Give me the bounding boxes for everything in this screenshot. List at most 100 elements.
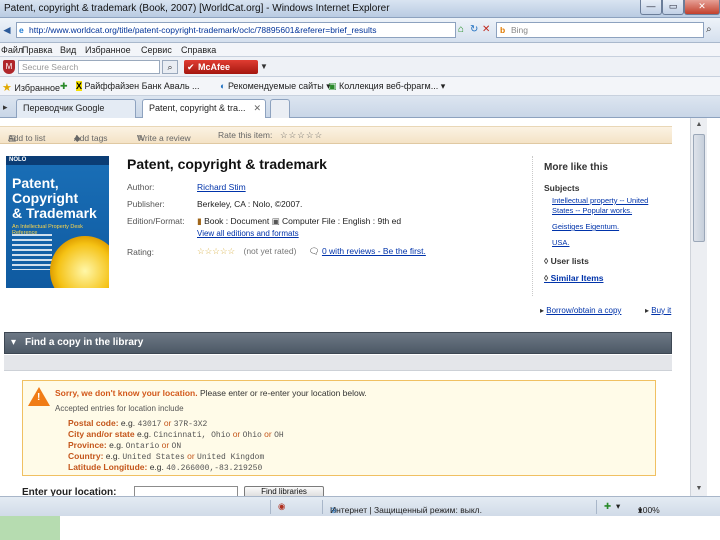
location-input[interactable] (134, 486, 238, 496)
new-tab-button[interactable] (270, 99, 290, 118)
search-placeholder: Bing (511, 25, 529, 35)
raiffeisen-icon: X (76, 81, 83, 91)
alert-bold: Sorry, we don't know your location. (55, 388, 198, 398)
collapse-icon: ▾ (11, 337, 17, 348)
example-eg: e.g. (147, 462, 167, 472)
secure-search-input[interactable]: Secure Search (18, 60, 160, 74)
add-to-list-label: Add to list (8, 133, 46, 143)
scroll-down-icon[interactable]: ▼ (691, 482, 707, 496)
url-input[interactable]: e http://www.worldcat.org/title/patent-c… (16, 22, 456, 38)
cover-publisher: NOLO (6, 156, 109, 165)
example-label: Province: (68, 440, 107, 450)
reviews-link[interactable]: 0 with reviews - Be the first. (322, 246, 426, 256)
example-eg: e.g. (106, 440, 126, 450)
subject-link[interactable]: Intellectual property -- United (552, 196, 648, 205)
tab-close-icon[interactable]: ✕ (253, 100, 261, 117)
subject-link[interactable]: Geistiges Eigentum. (552, 222, 619, 231)
find-libraries-button[interactable]: Find libraries (244, 486, 324, 496)
menu-bar: Файл Правка Вид Избранное Сервис Справка (0, 43, 720, 57)
tab-bar: ▸ Переводчик Google Patent, copyright & … (0, 96, 720, 118)
find-copy-title: Find a copy in the library (25, 337, 144, 348)
ie-icon: e (19, 25, 24, 35)
menu-view[interactable]: Вид (60, 45, 76, 55)
fav-item-webslices[interactable]: ▣ Коллекция веб-фрагм... ▾ (328, 81, 445, 92)
cover-title-line: & Trademark (12, 205, 97, 221)
subject-link[interactable]: States -- Popular works. (552, 206, 632, 215)
back-arrow-icon[interactable]: ◄ (1, 22, 15, 38)
menu-file[interactable]: Файл (1, 45, 23, 55)
compatibility-icon[interactable]: ⌂ (458, 24, 464, 36)
example-eg: e.g. (134, 429, 154, 439)
buy-link[interactable]: ▸ Buy it (645, 306, 671, 315)
example-province: Province: e.g. Ontario or ON (68, 440, 181, 451)
web-slice-icon: ▣ (328, 81, 337, 91)
sidebar-divider (532, 156, 533, 296)
tab-label: Patent, copyright & tra... (149, 103, 246, 113)
tab-worldcat[interactable]: Patent, copyright & tra... ✕ (142, 99, 266, 118)
security-toolbar: M Secure Search ⌕ ✔ McAfee ▼ (0, 57, 720, 77)
alert-text: Please enter or re-enter your location b… (197, 388, 367, 398)
menu-help[interactable]: Справка (181, 45, 216, 55)
example-value: Ontario (125, 442, 160, 451)
location-alert: ! Sorry, we don't know your location. Pl… (22, 380, 656, 476)
book-icon: ▮ (197, 216, 202, 226)
scrollbar-thumb[interactable] (693, 134, 705, 242)
example-label: Postal code: (68, 418, 119, 428)
author-link[interactable]: Richard Stim (197, 182, 246, 192)
rate-item-label: Rate this item: (218, 130, 273, 140)
chevron-down-icon[interactable]: ▼ (260, 62, 268, 71)
example-label: Latitude Longitude: (68, 462, 148, 472)
accepted-entries-text: Accepted entries for location include (55, 404, 184, 413)
favorites-button[interactable]: ★ Избранное (2, 81, 60, 94)
rating-value: ☆☆☆☆☆ (not yet rated) 🗨 0 with reviews -… (197, 246, 426, 257)
tab-google-translate[interactable]: Переводчик Google (16, 99, 136, 118)
example-value: ON (171, 442, 182, 451)
fav-item-suggested[interactable]: ◐ Рекомендуемые сайты ▾ (220, 81, 331, 92)
scroll-up-icon[interactable]: ▲ (691, 118, 707, 132)
subjects-heading: Subjects (544, 183, 580, 193)
fav-item-raiffeisen[interactable]: X Райффайзен Банк Аваль ... (76, 81, 200, 91)
fav-item-label: Рекомендуемые сайты ▾ (227, 81, 331, 91)
favorites-bar: ★ Избранное ✚ X Райффайзен Банк Аваль ..… (0, 77, 720, 96)
borrow-link[interactable]: ▸ Borrow/obtain a copy (540, 306, 621, 315)
rating-label: Rating: (127, 247, 154, 257)
user-lists-heading[interactable]: ◊ User lists (544, 256, 589, 266)
status-bar: ◉ ⊕ Интернет | Защищенный режим: выкл. ✚… (0, 496, 720, 516)
green-block (0, 516, 60, 540)
refresh-icon[interactable]: ↻ (470, 24, 478, 36)
search-icon[interactable]: ⌕ (162, 60, 178, 74)
example-or: or (230, 429, 243, 439)
example-or: or (261, 429, 275, 439)
view-all-editions-link[interactable]: View all editions and formats (197, 229, 299, 238)
page-content: ▤ Add to list ◆ Add tags ✎ Write a revie… (0, 118, 720, 496)
menu-favorites[interactable]: Избранное (85, 45, 131, 55)
similar-items-link[interactable]: ◊ Similar Items (544, 273, 603, 283)
example-or: or (184, 451, 198, 461)
add-favorite-icon[interactable]: ✚ (60, 81, 68, 92)
stop-icon[interactable]: ✕ (482, 24, 490, 36)
menu-edit[interactable]: Правка (22, 45, 52, 55)
close-button[interactable]: ✕ (684, 0, 720, 15)
protected-mode-icon[interactable]: ✚ (604, 501, 611, 512)
quick-tabs-icon[interactable]: ▸ (3, 102, 8, 113)
example-eg: e.g. (118, 418, 138, 428)
search-icon[interactable]: ⌕ (706, 24, 712, 35)
maximize-button[interactable]: ▭ (662, 0, 684, 15)
minimize-button[interactable]: — (640, 0, 662, 15)
suggested-sites-icon: ◐ (220, 81, 226, 91)
buy-label: Buy it (651, 306, 672, 315)
rate-stars-icon[interactable]: ☆☆☆☆☆ (280, 130, 323, 141)
mcafee-button[interactable]: ✔ McAfee (184, 60, 258, 74)
chevron-down-icon[interactable]: ▾ (616, 501, 620, 512)
subject-link[interactable]: USA. (552, 238, 570, 247)
search-input[interactable]: b Bing (496, 22, 704, 38)
book-cover-image[interactable]: NOLO Patent, Copyright & Trademark An In… (6, 156, 109, 288)
cookie-privacy-icon[interactable]: ◉ (278, 501, 285, 512)
menu-tools[interactable]: Сервис (141, 45, 172, 55)
find-copy-header[interactable]: ▾ Find a copy in the library (4, 332, 672, 354)
vertical-scrollbar[interactable]: ▲ ▼ (690, 118, 707, 496)
shield-icon[interactable]: M (3, 60, 15, 74)
window-title: Patent, copyright & trademark (Book, 200… (4, 3, 390, 14)
example-value: OH (274, 431, 284, 440)
cover-title-line: Patent, (12, 175, 59, 191)
